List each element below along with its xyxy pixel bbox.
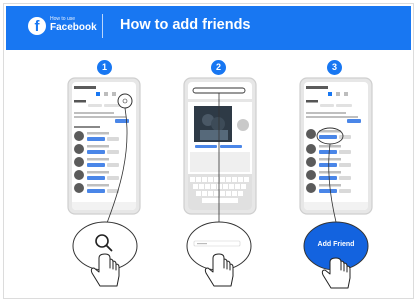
phone-3	[299, 77, 373, 215]
illustration	[67, 77, 373, 289]
add-friend-button-label: Add Friend	[317, 241, 355, 248]
tab-icons-row	[96, 92, 116, 96]
phone-1	[67, 77, 141, 215]
phone-2	[183, 77, 257, 215]
